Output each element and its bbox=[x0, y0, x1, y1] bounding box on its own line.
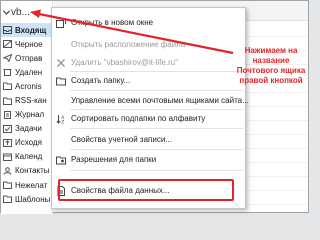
menu-item-label: Открыть расположение файла bbox=[71, 40, 186, 49]
folder-item-blocked[interactable]: Черное bbox=[1, 37, 53, 51]
folder-item-rss[interactable]: RSS-кан bbox=[1, 93, 53, 107]
junk-icon bbox=[3, 181, 12, 190]
folder-label: Черное bbox=[15, 39, 43, 49]
folder-label: Контакты bbox=[15, 166, 50, 176]
account-name[interactable]: vb... bbox=[11, 7, 30, 18]
sort-az-icon: AZ bbox=[56, 114, 66, 124]
folder-label: Журнал bbox=[15, 110, 45, 120]
folder-item-inbox[interactable]: Входящ bbox=[1, 23, 53, 38]
send-icon bbox=[3, 54, 12, 63]
menu-item-folder-permissions[interactable]: Разрешения для папки bbox=[52, 153, 245, 167]
menu-item-label: Свойства учетной записи... bbox=[71, 135, 172, 144]
folder-label: Задачи bbox=[15, 124, 42, 134]
folder-item-outbox[interactable]: Исходя bbox=[1, 136, 53, 150]
menu-item-sort-subfolders[interactable]: AZ Сортировать подпапки по алфавиту bbox=[52, 112, 245, 126]
menu-item-delete-account[interactable]: Удалить "vbashirov@it-life.ru" bbox=[52, 56, 245, 70]
folder-icon bbox=[3, 82, 12, 91]
journal-icon bbox=[3, 110, 12, 119]
inbox-icon bbox=[3, 26, 12, 35]
folder-item-acronis[interactable]: Acronis bbox=[1, 79, 53, 93]
folder-item-junk[interactable]: Нежелат bbox=[1, 178, 53, 192]
menu-item-label: Разрешения для папки bbox=[71, 155, 157, 164]
templates-icon bbox=[3, 195, 12, 204]
menu-item-label: Управление всеми почтовыми ящиками сайта… bbox=[71, 96, 249, 105]
menu-item-account-properties[interactable]: Свойства учетной записи... bbox=[52, 133, 245, 147]
rss-icon bbox=[3, 97, 12, 105]
folder-label: Acronis bbox=[15, 81, 42, 91]
folder-pane: vb... Входящ Черное Отправ Удален Acroni… bbox=[1, 1, 53, 214]
menu-item-label: Создать папку... bbox=[71, 76, 131, 85]
folder-label: Шаблоны bbox=[15, 194, 51, 204]
folder-item-tasks[interactable]: Задачи bbox=[1, 122, 53, 136]
folder-permissions-icon bbox=[56, 155, 66, 165]
folder-label: Отправ bbox=[15, 53, 43, 63]
menu-separator bbox=[70, 109, 243, 110]
account-header[interactable]: vb... bbox=[1, 5, 53, 19]
folder-label: Нежелат bbox=[15, 180, 48, 190]
folder-label: Исходя bbox=[15, 138, 42, 148]
folder-item-sent[interactable]: Отправ bbox=[1, 51, 53, 65]
menu-item-create-folder[interactable]: Создать папку... bbox=[52, 74, 245, 88]
menu-item-open-file-location[interactable]: Открыть расположение файла bbox=[52, 38, 245, 52]
folder-label: Календ bbox=[15, 152, 43, 162]
new-window-icon bbox=[56, 18, 66, 28]
contacts-icon bbox=[3, 167, 12, 175]
chevron-down-icon[interactable] bbox=[3, 7, 11, 17]
menu-separator bbox=[70, 71, 243, 72]
svg-text:Z: Z bbox=[61, 120, 64, 125]
folder-list: Входящ Черное Отправ Удален Acronis RSS-… bbox=[1, 23, 53, 206]
trash-icon bbox=[3, 68, 12, 77]
outbox-icon bbox=[3, 138, 12, 147]
menu-item-label: Открыть в новом окне bbox=[71, 18, 154, 27]
menu-item-label: Удалить "vbashirov@it-life.ru" bbox=[71, 58, 179, 67]
blocked-icon bbox=[3, 40, 12, 49]
highlight-box bbox=[58, 179, 234, 201]
menu-item-label: Сортировать подпапки по алфавиту bbox=[71, 114, 206, 123]
folder-item-deleted[interactable]: Удален bbox=[1, 65, 53, 79]
new-folder-icon bbox=[56, 76, 66, 86]
menu-item-open-new-window[interactable]: Открыть в новом окне bbox=[52, 16, 245, 30]
folder-item-contacts[interactable]: Контакты bbox=[1, 164, 53, 178]
folder-item-journal[interactable]: Журнал bbox=[1, 108, 53, 122]
annotation-text: Нажимаем на название Почтового ящика пра… bbox=[236, 46, 306, 85]
delete-icon bbox=[56, 58, 66, 68]
folder-item-calendar[interactable]: Календ bbox=[1, 150, 53, 164]
folder-label: RSS-кан bbox=[15, 96, 47, 106]
folder-item-templates[interactable]: Шаблоны bbox=[1, 192, 53, 206]
menu-separator bbox=[70, 170, 243, 171]
menu-separator bbox=[70, 128, 243, 129]
menu-item-manage-mailboxes[interactable]: Управление всеми почтовыми ящиками сайта… bbox=[52, 94, 249, 108]
menu-separator bbox=[70, 149, 243, 150]
menu-separator bbox=[70, 90, 243, 91]
tasks-icon bbox=[3, 124, 12, 133]
folder-label: Удален bbox=[15, 67, 43, 77]
outlook-window: vb... Входящ Черное Отправ Удален Acroni… bbox=[0, 0, 309, 214]
folder-label: Входящ bbox=[15, 25, 47, 35]
calendar-icon bbox=[3, 153, 12, 161]
